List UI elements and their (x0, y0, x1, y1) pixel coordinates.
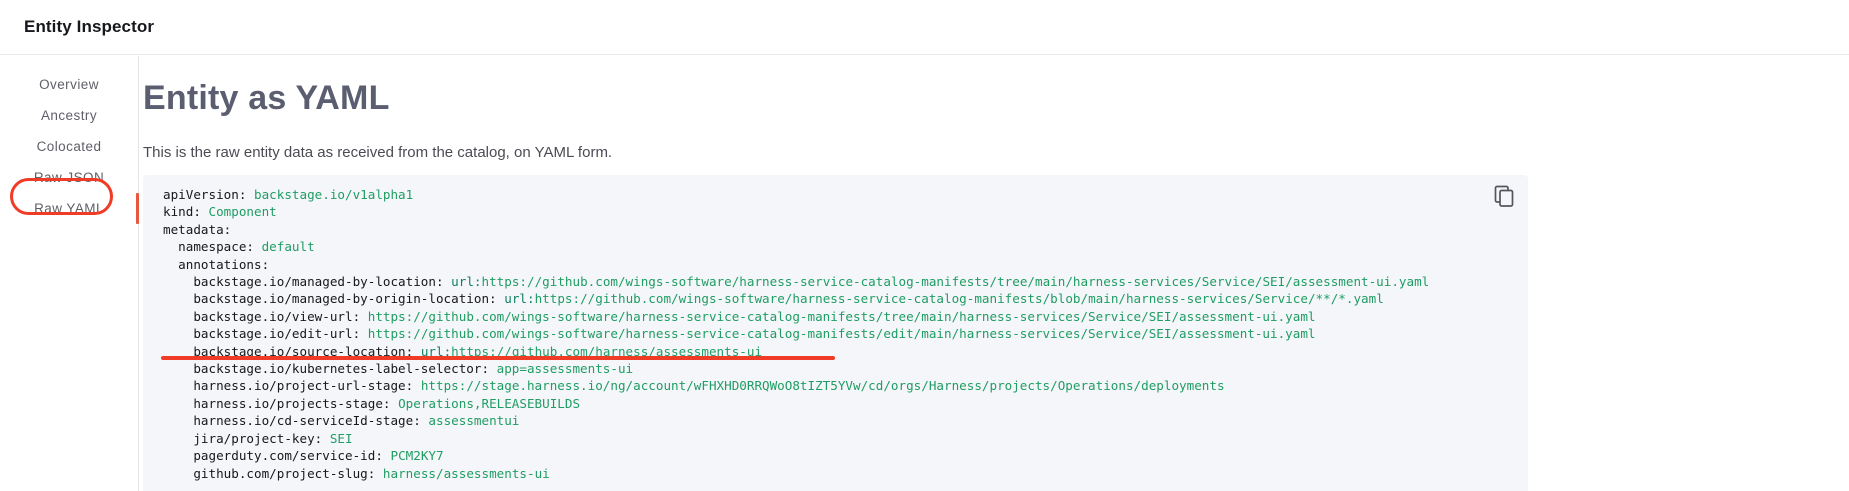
entity-inspector-dialog: Entity Inspector OverviewAncestryColocat… (0, 0, 1849, 491)
yaml-line: backstage.io/managed-by-location: url:ht… (163, 274, 1429, 289)
yaml-key: kind: (163, 204, 201, 219)
yaml-key: annotations: (178, 257, 269, 272)
yaml-line: annotations: (163, 257, 269, 272)
yaml-key: backstage.io/kubernetes-label-selector: (193, 361, 489, 376)
yaml-value: assessmentui (428, 413, 519, 428)
yaml-value: https://github.com/wings-software/harnes… (482, 274, 1430, 289)
yaml-key: backstage.io/managed-by-origin-location: (193, 291, 496, 306)
sidebar-tabs: OverviewAncestryColocatedRaw JSONRaw YAM… (0, 56, 139, 491)
yaml-key: backstage.io/edit-url: (193, 326, 360, 341)
yaml-value: https://stage.harness.io/ng/account/wFHX… (421, 378, 1225, 393)
copy-icon (1494, 185, 1514, 207)
yaml-line: harness.io/project-url-stage: https://st… (163, 378, 1225, 393)
copy-button[interactable] (1492, 185, 1516, 209)
yaml-key: backstage.io/view-url: (193, 309, 360, 324)
yaml-line: backstage.io/kubernetes-label-selector: … (163, 361, 633, 376)
yaml-key: namespace: (178, 239, 254, 254)
yaml-line: kind: Component (163, 204, 277, 219)
sidebar-item-overview[interactable]: Overview (0, 69, 138, 100)
yaml-line: backstage.io/view-url: https://github.co… (163, 309, 1316, 324)
yaml-value: app=assessments-ui (497, 361, 633, 376)
main-content: Entity as YAML This is the raw entity da… (139, 56, 1849, 491)
yaml-line: backstage.io/source-location: url:https:… (163, 344, 762, 359)
yaml-key: harness.io/projects-stage: (193, 396, 390, 411)
yaml-line: harness.io/projects-stage: Operations,RE… (163, 396, 580, 411)
yaml-line: apiVersion: backstage.io/v1alpha1 (163, 187, 413, 202)
yaml-key: apiVersion: (163, 187, 246, 202)
sidebar-item-ancestry[interactable]: Ancestry (0, 100, 138, 131)
yaml-url-prefix: url: (451, 274, 481, 289)
yaml-value: https://github.com/harness/assessments-u… (451, 344, 762, 359)
dialog-header: Entity Inspector (0, 0, 1849, 55)
yaml-key: backstage.io/source-location: (193, 344, 413, 359)
yaml-value: Operations,RELEASEBUILDS (398, 396, 580, 411)
yaml-line: jira/project-key: SEI (163, 431, 353, 446)
yaml-key: backstage.io/managed-by-location: (193, 274, 443, 289)
yaml-value: https://github.com/wings-software/harnes… (368, 309, 1316, 324)
dialog-body: OverviewAncestryColocatedRaw JSONRaw YAM… (0, 56, 1849, 491)
dialog-title: Entity Inspector (24, 17, 154, 37)
yaml-value: SEI (330, 431, 353, 446)
yaml-codeblock: apiVersion: backstage.io/v1alpha1 kind: … (143, 175, 1528, 491)
yaml-value: default (262, 239, 315, 254)
page-subtitle: This is the raw entity data as received … (143, 144, 1849, 161)
yaml-line: metadata: (163, 222, 231, 237)
yaml-key: jira/project-key: (193, 431, 322, 446)
yaml-key: metadata: (163, 222, 231, 237)
yaml-value: https://github.com/wings-software/harnes… (368, 326, 1316, 341)
yaml-content: apiVersion: backstage.io/v1alpha1 kind: … (143, 175, 1528, 491)
yaml-line: backstage.io/edit-url: https://github.co… (163, 326, 1316, 341)
yaml-url-prefix: url: (421, 344, 451, 359)
yaml-key: harness.io/cd-serviceId-stage: (193, 413, 420, 428)
yaml-line: github.com/project-slug: harness/assessm… (163, 466, 550, 481)
yaml-line: pagerduty.com/service-id: PCM2KY7 (163, 448, 444, 463)
yaml-value: https://github.com/wings-software/harnes… (535, 291, 1384, 306)
yaml-value: Component (209, 204, 277, 219)
sidebar-item-raw-json[interactable]: Raw JSON (0, 162, 138, 193)
yaml-value: harness/assessments-ui (383, 466, 550, 481)
sidebar-item-colocated[interactable]: Colocated (0, 131, 138, 162)
page-title: Entity as YAML (143, 78, 1849, 118)
yaml-key: harness.io/project-url-stage: (193, 378, 413, 393)
yaml-value: PCM2KY7 (391, 448, 444, 463)
yaml-line: backstage.io/managed-by-origin-location:… (163, 291, 1384, 306)
yaml-line: harness.io/cd-serviceId-stage: assessmen… (163, 413, 519, 428)
yaml-line: namespace: default (163, 239, 315, 254)
sidebar-item-raw-yaml[interactable]: Raw YAML (0, 193, 138, 224)
yaml-url-prefix: url: (504, 291, 534, 306)
yaml-value: backstage.io/v1alpha1 (254, 187, 413, 202)
yaml-key: github.com/project-slug: (193, 466, 375, 481)
yaml-key: pagerduty.com/service-id: (193, 448, 383, 463)
